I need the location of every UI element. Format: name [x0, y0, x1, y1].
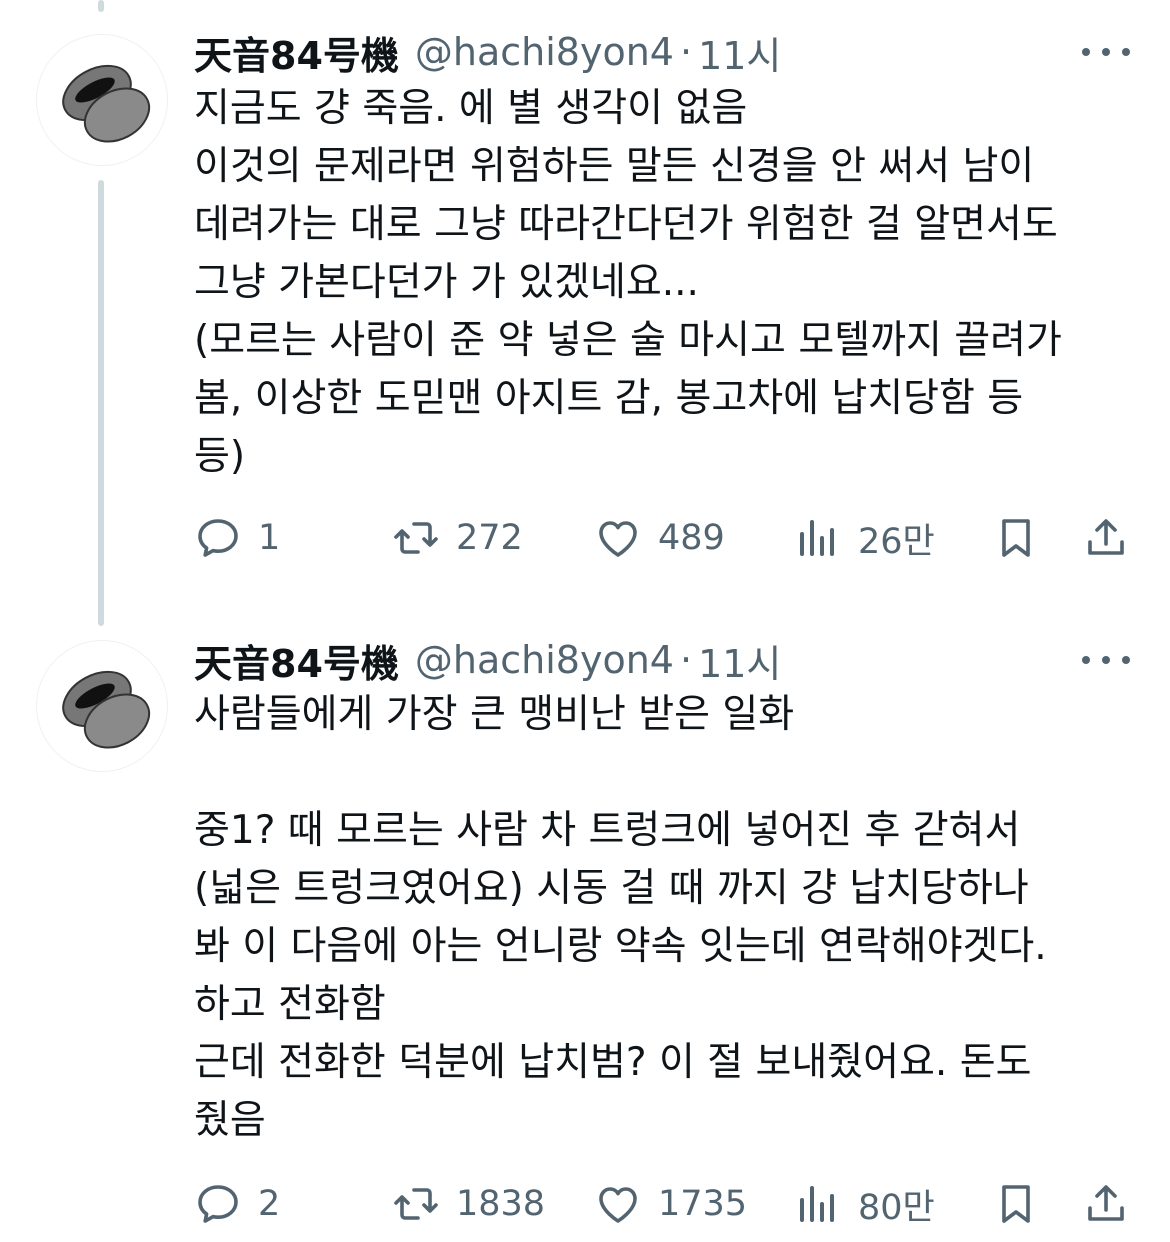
tweet[interactable]: 天音84号機 @hachi8yon4 · 11시 사람들에게 가장 큰 맹비난 … — [0, 610, 1170, 1242]
display-name[interactable]: 天音84号機 — [194, 633, 399, 688]
reply-button[interactable]: 2 — [194, 1176, 280, 1232]
avatar[interactable] — [36, 640, 168, 772]
like-count: 1735 — [658, 1184, 748, 1224]
like-count: 489 — [658, 518, 725, 558]
timestamp[interactable]: 11시 — [698, 25, 781, 80]
views-button[interactable]: 80만 — [794, 1176, 935, 1232]
share-icon — [1088, 519, 1124, 555]
tweet-actions: 2 1838 1735 80만 — [194, 1176, 1134, 1232]
user-handle[interactable]: @hachi8yon4 — [415, 638, 674, 682]
tweet-actions: 1 272 489 26만 — [194, 510, 1134, 566]
reply-count: 2 — [258, 1184, 281, 1224]
share-button[interactable] — [1082, 1176, 1130, 1232]
bookmark-icon — [1002, 519, 1030, 557]
heart-icon — [599, 1187, 637, 1223]
retweet-icon — [394, 1188, 438, 1220]
tweet-text-line: 사람들에게 가장 큰 맹비난 받은 일화 — [194, 692, 795, 737]
display-name[interactable]: 天音84号機 — [194, 25, 399, 80]
avatar-image — [62, 64, 151, 143]
tweet-text-line: 봄, 이상한 도믿맨 아지트 감, 봉고차에 납치당함 등 — [194, 376, 1024, 421]
share-icon — [1088, 1185, 1124, 1221]
tweet-text: 사람들에게 가장 큰 맹비난 받은 일화 중1? 때 모르는 사람 차 트렁크에… — [194, 686, 1134, 1150]
reply-icon — [198, 519, 238, 557]
avatar[interactable] — [36, 34, 168, 166]
like-button[interactable]: 1735 — [594, 1176, 747, 1232]
tweet-text: 지금도 걍 죽음. 에 별 생각이 없음 이것의 문제라면 위험하든 말든 신경… — [194, 80, 1134, 486]
reply-icon — [198, 1185, 238, 1223]
separator: · — [679, 30, 693, 74]
separator: · — [679, 638, 693, 682]
tweet-text-line: 근데 전화한 덕분에 납치범? 이 절 보내줬어요. 돈도 — [194, 1040, 1032, 1085]
tweet-text-line: (모르는 사람이 준 약 넣은 술 마시고 모텔까지 끌려가 — [194, 318, 1062, 363]
bookmark-button[interactable] — [992, 1176, 1040, 1232]
views-button[interactable]: 26만 — [794, 510, 935, 566]
views-icon — [800, 520, 834, 556]
views-icon — [800, 1186, 834, 1222]
bookmark-icon — [1002, 1185, 1030, 1223]
tweet[interactable]: 天音84号機 @hachi8yon4 · 11시 지금도 걍 죽음. 에 별 생… — [0, 0, 1170, 600]
tweet-text-line: 등) — [194, 434, 246, 479]
tweet-header: 天音84号機 @hachi8yon4 · 11시 — [194, 26, 781, 78]
tweet-text-line: 줬음 — [194, 1098, 266, 1143]
timestamp[interactable]: 11시 — [698, 633, 781, 688]
retweet-icon — [394, 522, 438, 554]
tweet-text-line: 지금도 걍 죽음. 에 별 생각이 없음 — [194, 86, 748, 131]
more-icon[interactable] — [1082, 640, 1130, 680]
retweet-count: 1838 — [456, 1184, 546, 1224]
tweet-header: 天音84号機 @hachi8yon4 · 11시 — [194, 634, 781, 686]
view-count: 80만 — [858, 1187, 935, 1228]
avatar-image — [62, 670, 151, 749]
tweet-text-line: 이것의 문제라면 위험하든 말든 신경을 안 써서 남이 — [194, 144, 1035, 189]
share-button[interactable] — [1082, 510, 1130, 566]
bookmark-button[interactable] — [992, 510, 1040, 566]
view-count: 26만 — [858, 521, 935, 562]
reply-count: 1 — [258, 518, 281, 558]
tweet-text-line: 봐 이 다음에 아는 언니랑 약속 잇는데 연락해야겟다. — [194, 924, 1047, 969]
tweet-text-line: 데려가는 대로 그냥 따라간다던가 위험한 걸 알면서도 — [194, 202, 1058, 247]
retweet-count: 272 — [456, 518, 523, 558]
tweet-text-line: 하고 전화함 — [194, 982, 386, 1027]
heart-icon — [599, 521, 637, 557]
retweet-button[interactable]: 272 — [392, 510, 523, 566]
more-icon[interactable] — [1082, 32, 1130, 72]
retweet-button[interactable]: 1838 — [392, 1176, 545, 1232]
tweet-text-line: 그냥 가본다던가 가 있겠네요... — [194, 260, 699, 305]
tweet-text-line — [194, 744, 1134, 802]
tweet-text-line: (넓은 트렁크였어요) 시동 걸 때 까지 걍 납치당하나 — [194, 866, 1029, 911]
tweet-text-line: 중1? 때 모르는 사람 차 트렁크에 넣어진 후 갇혀서 — [194, 808, 1021, 853]
like-button[interactable]: 489 — [594, 510, 725, 566]
reply-button[interactable]: 1 — [194, 510, 280, 566]
user-handle[interactable]: @hachi8yon4 — [415, 30, 674, 74]
